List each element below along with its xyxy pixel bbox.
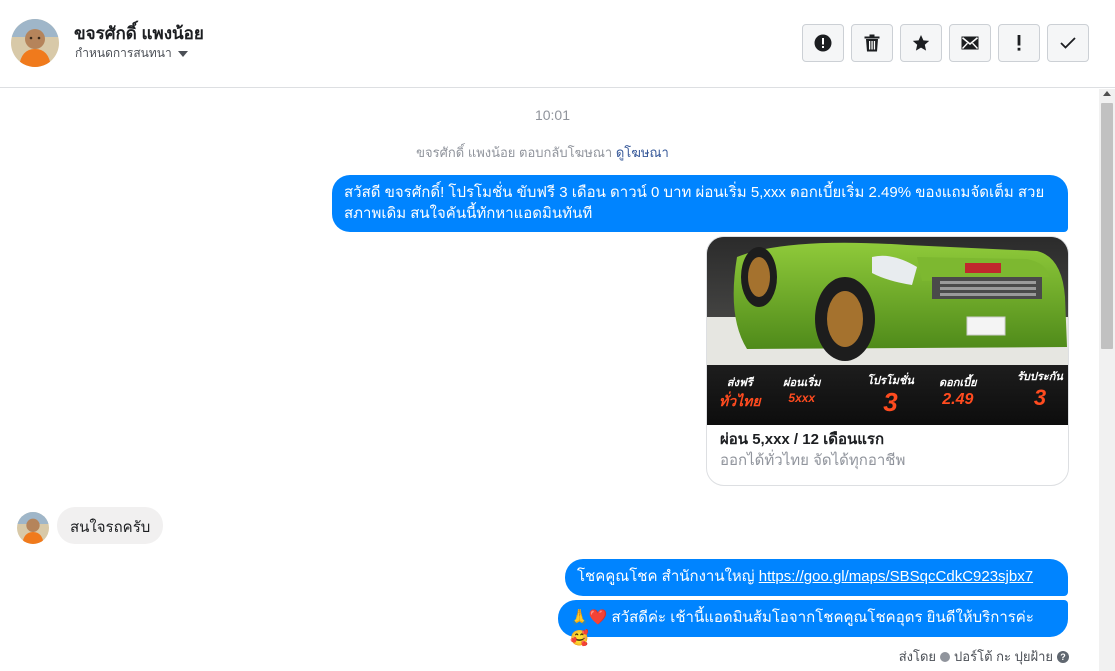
outgoing-message[interactable]: สวัสดี ขจรศักดิ์! โปรโมชั่น ขับฟรี 3 เดื… — [332, 175, 1068, 232]
help-icon[interactable]: ? — [1057, 650, 1069, 663]
mark-unread-button[interactable] — [949, 24, 991, 62]
contact-avatar-small — [17, 512, 49, 544]
envelope-icon — [961, 36, 979, 50]
conversation-toolbar — [802, 24, 1089, 62]
location-text: โชคคูณโชค สำนักงานใหญ่ — [577, 568, 759, 585]
vertical-scrollbar[interactable] — [1099, 89, 1115, 671]
star-button[interactable] — [900, 24, 942, 62]
star-icon — [912, 35, 930, 51]
caret-down-icon — [177, 50, 188, 57]
delete-button[interactable] — [851, 24, 893, 62]
ad-reply-text: ขจรศักดิ์ แพงน้อย ตอบกลับโฆษณา — [416, 145, 613, 160]
outgoing-message-greeting[interactable]: 🙏❤️ สวัสดีค่ะ เช้านี้แอดมินส้มโอจากโชคคู… — [558, 600, 1068, 647]
trash-icon — [864, 34, 880, 52]
contact-name[interactable]: ขจรศักดิ์ แพงน้อย — [74, 20, 204, 47]
promo-installment: ผ่อนเริ่ม 5xxx — [783, 377, 821, 405]
exclamation-icon — [1017, 35, 1021, 51]
sent-by-info: ส่งโดย ปอร์โต้ กะ ปุยฝ้าย ? — [899, 646, 1069, 667]
sent-by-label: ส่งโดย — [898, 649, 937, 664]
follow-up-button[interactable] — [998, 24, 1040, 62]
conversation-header: ขจรศักดิ์ แพงน้อย กำหนดการสนทนา — [0, 0, 1115, 88]
map-link[interactable]: https://goo.gl/maps/SBSqcCdkC923sjbx7 — [759, 568, 1033, 585]
ad-card-subtitle: ออกได้ทั่วไทย จัดได้ทุกอาชีพ — [720, 452, 906, 469]
outgoing-message-location[interactable]: โชคคูณโชค สำนักงานใหญ่ https://goo.gl/ma… — [565, 559, 1068, 596]
report-spam-button[interactable] — [802, 24, 844, 62]
sender-status-icon — [940, 651, 951, 662]
check-icon — [1060, 37, 1076, 49]
sender-name[interactable]: ปอร์โต้ กะ ปุยฝ้าย — [954, 646, 1053, 667]
scroll-thumb[interactable] — [1101, 103, 1113, 349]
promo-months: โปรโมชั่น 3 — [867, 375, 914, 417]
ad-image: ส่งฟรี ทั่วไทย ผ่อนเริ่ม 5xxx โปรโมชั่น … — [707, 237, 1068, 425]
ad-reply-note: ขจรศักดิ์ แพงน้อย ตอบกลับโฆษณา ดูโฆษณา — [0, 142, 1085, 163]
promo-warranty: รับประกัน 3 — [1017, 371, 1063, 410]
assign-label: กำหนดการสนทนา — [75, 46, 172, 60]
view-ad-link[interactable]: ดูโฆษณา — [616, 145, 669, 160]
assign-conversation-dropdown[interactable]: กำหนดการสนทนา — [75, 44, 188, 63]
alert-circle-icon — [814, 34, 832, 52]
promo-strip: ส่งฟรี ทั่วไทย ผ่อนเริ่ม 5xxx โปรโมชั่น … — [707, 365, 1068, 425]
promo-interest: ดอกเบี้ย 2.49 — [939, 377, 977, 408]
ad-card[interactable]: ส่งฟรี ทั่วไทย ผ่อนเริ่ม 5xxx โปรโมชั่น … — [706, 236, 1069, 486]
promo-free-delivery: ส่งฟรี ทั่วไทย — [719, 377, 761, 409]
scroll-up-arrow-icon[interactable] — [1103, 91, 1111, 96]
message-thread: 10:01 ขจรศักดิ์ แพงน้อย ตอบกลับโฆษณา ดูโ… — [0, 89, 1099, 671]
message-timestamp: 10:01 — [534, 107, 571, 123]
incoming-message[interactable]: สนใจรถครับ — [57, 507, 164, 544]
contact-avatar[interactable] — [11, 19, 59, 67]
mark-done-button[interactable] — [1047, 24, 1089, 62]
